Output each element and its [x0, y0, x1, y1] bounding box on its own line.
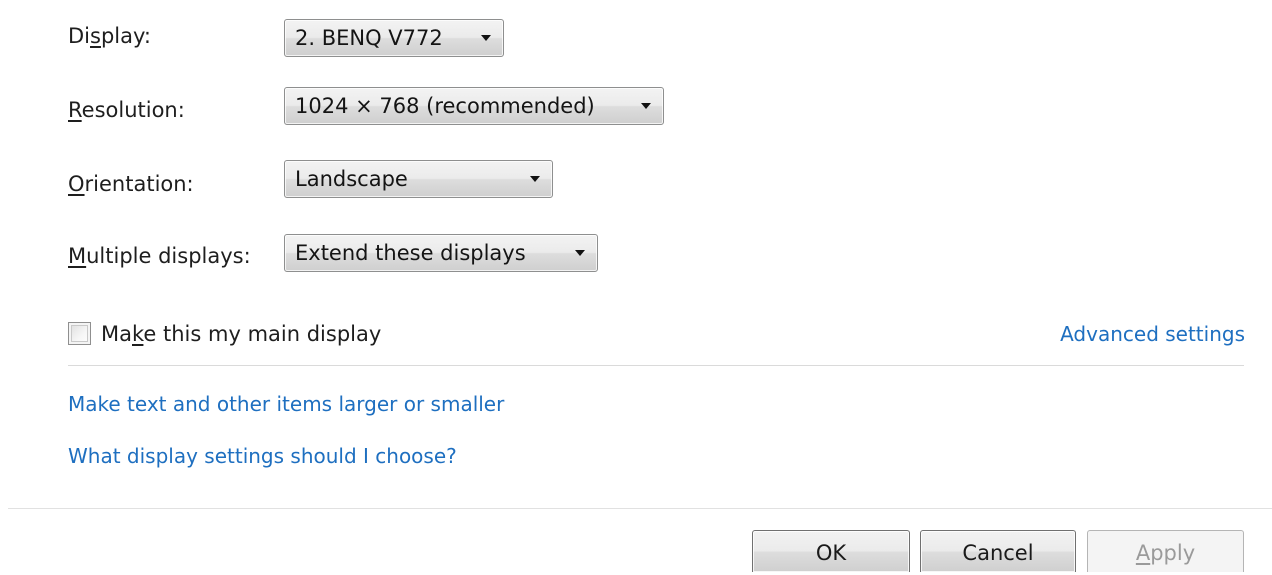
resolution-label-text-end: esolution: — [81, 98, 185, 122]
resolution-label-mnemonic: R — [68, 98, 82, 122]
display-label-text: Di — [68, 24, 91, 48]
apply-button[interactable]: Apply — [1087, 530, 1244, 572]
multiple-displays-dropdown-value: Extend these displays — [295, 241, 526, 265]
orientation-label: Orientation: — [68, 170, 194, 198]
resolution-dropdown-value: 1024 × 768 (recommended) — [295, 94, 595, 118]
display-label: Display: — [68, 22, 151, 50]
multiple-displays-label: Multiple displays: — [68, 242, 251, 270]
resolution-dropdown[interactable]: 1024 × 768 (recommended) — [284, 87, 664, 125]
orientation-label-mnemonic: O — [68, 172, 85, 196]
orientation-label-text-end: rientation: — [84, 172, 194, 196]
main-display-label-text: Ma — [101, 322, 132, 346]
text-size-link[interactable]: Make text and other items larger or smal… — [68, 390, 504, 418]
display-dropdown[interactable]: 2. BENQ V772 — [284, 19, 504, 57]
resolution-label: Resolution: — [68, 96, 185, 124]
advanced-settings-link[interactable]: Advanced settings — [1060, 320, 1245, 348]
main-display-label-text-end: e this my main display — [143, 322, 382, 346]
chevron-down-icon — [575, 250, 585, 256]
display-dropdown-value: 2. BENQ V772 — [295, 26, 443, 50]
multiple-displays-label-text-end: ultiple displays: — [86, 244, 251, 268]
main-display-checkbox-label[interactable]: Make this my main display — [101, 320, 381, 348]
display-label-text-end: play: — [100, 24, 151, 48]
main-display-label-mnemonic: k — [132, 322, 144, 346]
main-display-checkbox[interactable] — [68, 322, 91, 345]
apply-button-text: pply — [1150, 541, 1196, 565]
multiple-displays-dropdown[interactable]: Extend these displays — [284, 234, 598, 272]
ok-button[interactable]: OK — [752, 530, 910, 572]
settings-divider — [68, 365, 1244, 366]
display-settings-help-link[interactable]: What display settings should I choose? — [68, 442, 457, 470]
button-bar-divider — [8, 508, 1272, 509]
chevron-down-icon — [530, 176, 540, 182]
cancel-button[interactable]: Cancel — [920, 530, 1076, 572]
chevron-down-icon — [481, 35, 491, 41]
display-label-mnemonic: s — [90, 24, 101, 48]
multiple-displays-label-mnemonic: M — [68, 244, 87, 268]
orientation-dropdown-value: Landscape — [295, 167, 408, 191]
chevron-down-icon — [641, 103, 651, 109]
orientation-dropdown[interactable]: Landscape — [284, 160, 553, 198]
apply-button-mnemonic: A — [1135, 541, 1151, 565]
